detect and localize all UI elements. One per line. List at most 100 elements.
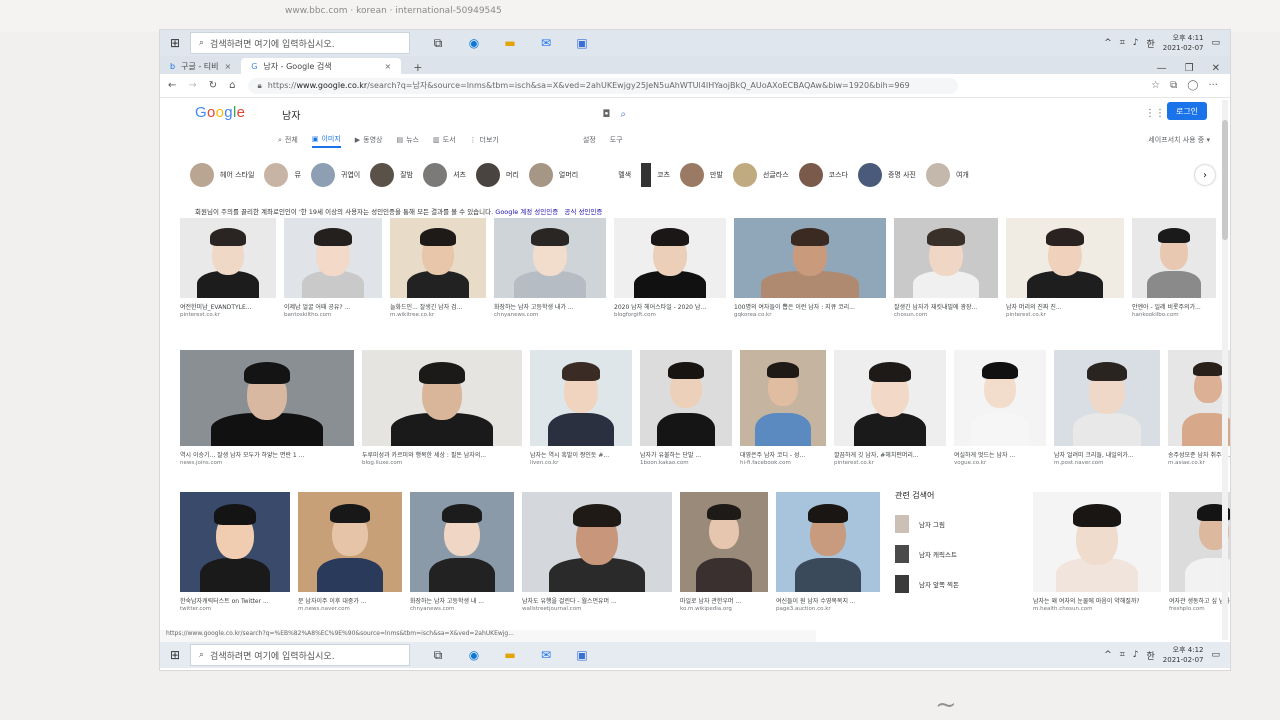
image-result[interactable]: 대영은주 남자 코디 - 성... hi-fi.facebook.com	[740, 350, 826, 472]
tab-books[interactable]: ▥ 도서	[433, 132, 456, 148]
related-item[interactable]: 남자 앞쪽 찍돈	[895, 569, 1025, 599]
store-icon[interactable]: ▣	[572, 648, 592, 663]
settings-link[interactable]: 설정	[583, 132, 596, 148]
image-result[interactable]: 여전한미남_EVANDTYLE... pinterest.co.kr	[180, 218, 276, 324]
image-caption[interactable]: 남자가 유불하는 단발 ...	[640, 450, 732, 459]
store-icon[interactable]: ▣	[572, 36, 592, 51]
tab-more[interactable]: ⋮ 더보기	[470, 132, 499, 148]
windows-start-icon[interactable]: ⊞	[160, 648, 190, 662]
google-search-input[interactable]: 남자 ◘ ⌕	[272, 102, 632, 126]
official-verify-link[interactable]: 공식 성인인증	[564, 208, 602, 216]
chip-item[interactable]: 얼머리	[528, 163, 578, 187]
tray-chevron-icon[interactable]: ^	[1104, 650, 1112, 660]
image-caption[interactable]: 깔끔하게 깃 남자, #헤치펀머리...	[834, 450, 946, 459]
image-result[interactable]: 남자는 역시 흑발이 짱인듯 #... liven.co.kr	[530, 350, 632, 472]
edge-icon[interactable]: ◉	[464, 36, 484, 51]
file-explorer-icon[interactable]: ▬	[500, 36, 520, 51]
minimize-icon[interactable]: —	[1157, 63, 1167, 74]
tray-chevron-icon[interactable]: ^	[1104, 38, 1112, 48]
image-result[interactable]: 여자관 생동하고 싶 남자는 ...freshplo.com	[1169, 492, 1230, 618]
image-caption[interactable]: 문 남자이주 이후 대중가 ...	[298, 596, 402, 605]
image-result[interactable]: 화장하는 남자 고등학생 내 ... chnyanews.com	[410, 492, 514, 618]
url-input[interactable]: 🔒︎ https:// www.google.co.kr /search?q=남…	[247, 77, 958, 94]
chip-item[interactable]: 헤어 스타일	[190, 163, 254, 187]
image-thumbnail[interactable]	[284, 218, 382, 298]
image-thumbnail[interactable]	[1054, 350, 1160, 446]
back-icon[interactable]: ←	[168, 80, 176, 91]
image-result[interactable]: 여실하게 멋드는 남자 ... vogue.co.kr	[954, 350, 1046, 472]
home-icon[interactable]: ⌂	[229, 80, 235, 91]
search-icon[interactable]: ⌕	[620, 109, 626, 120]
chip-item[interactable]: 멜색	[588, 163, 631, 187]
tab-videos[interactable]: ▶ 동영상	[355, 132, 383, 148]
image-result[interactable]: 두루미성과 카르미와 행복한 세상 : 필돈 남자의... blog.iluxe.…	[362, 350, 522, 472]
safesearch-toggle[interactable]: 세이프서치 사용 중 ▾	[1148, 132, 1210, 148]
refresh-icon[interactable]: ↻	[209, 80, 217, 91]
image-result[interactable]: 100명의 여자들이 뽑은 이런 남자 : 지큐 코리... gqkorea.co…	[734, 218, 886, 324]
image-thumbnail[interactable]	[180, 218, 276, 298]
image-thumbnail[interactable]	[390, 218, 486, 298]
volume-icon[interactable]: ♪	[1133, 650, 1139, 660]
image-thumbnail[interactable]	[362, 350, 522, 446]
image-caption[interactable]: 송주성모준 남자 취주지...	[1168, 450, 1230, 459]
image-result[interactable]: 송주성모준 남자 취주지... m.asiae.co.kr	[1168, 350, 1230, 472]
chip-item[interactable]: 증명 사진	[857, 163, 916, 187]
close-icon[interactable]: ×	[385, 62, 392, 71]
image-caption[interactable]: 남자는 역시 흑발이 짱인듯 #...	[530, 450, 632, 459]
maximize-icon[interactable]: ❐	[1185, 63, 1194, 74]
camera-icon[interactable]: ◘	[602, 109, 610, 120]
chip-item[interactable]: 뮤	[264, 163, 301, 187]
close-icon[interactable]: ×	[225, 62, 232, 71]
taskbar-clock[interactable]: 오후 4:11 2021-02-07	[1163, 33, 1204, 53]
image-result[interactable]: 역시 이승기... 잘생 남자 모두가 하얗는 면란 1 ... news.joi…	[180, 350, 354, 472]
image-caption[interactable]: 늘화드인... 잘생긴 남자 검...	[390, 302, 486, 311]
image-caption[interactable]: 2020 남자 헤어스타일 - 2020 남...	[614, 302, 726, 311]
mail-icon[interactable]: ✉	[536, 648, 556, 663]
new-tab-icon[interactable]: +	[407, 61, 428, 74]
image-result[interactable]: 2020 남자 헤어스타일 - 2020 남... blogforgift.com	[614, 218, 726, 324]
ime-indicator[interactable]: 한	[1147, 37, 1155, 50]
mail-icon[interactable]: ✉	[536, 36, 556, 51]
favorite-star-icon[interactable]: ☆	[1151, 80, 1160, 91]
chip-item[interactable]: 잘밤	[370, 163, 413, 187]
tab-images[interactable]: ▣ 이미지	[311, 132, 341, 148]
image-thumbnail[interactable]	[1132, 218, 1216, 298]
ime-indicator[interactable]: 한	[1147, 649, 1155, 662]
image-thumbnail[interactable]	[640, 350, 732, 446]
chip-item[interactable]: 머리	[476, 163, 519, 187]
image-caption[interactable]: 남자 머리의 진짜 진...	[1006, 302, 1124, 311]
related-item[interactable]: 남자 그림	[895, 509, 1025, 539]
image-caption[interactable]: 남자도 유행을 걸린다 - 월스먼유머 ...	[522, 596, 672, 605]
network-icon[interactable]: ⌗	[1120, 38, 1125, 48]
task-view-icon[interactable]: ⧉	[428, 648, 448, 663]
chip-item[interactable]: 셔츠	[423, 163, 466, 187]
image-caption[interactable]: 100명의 여자들이 뽑은 이런 남자 : 지큐 코리...	[734, 302, 886, 311]
chip-item[interactable]: 여개	[925, 163, 969, 187]
chip-item[interactable]: 코츠	[641, 163, 670, 187]
image-thumbnail[interactable]	[180, 350, 354, 446]
image-thumbnail[interactable]	[1033, 492, 1161, 592]
scrollbar-thumb[interactable]	[1222, 120, 1228, 240]
google-logo[interactable]: Google	[195, 104, 245, 121]
image-result[interactable]: 안엔아 - 일레 비롯주의가... hankookilbo.com	[1132, 218, 1216, 324]
notification-icon[interactable]: ▭	[1211, 650, 1220, 660]
profile-icon[interactable]: ◯	[1187, 80, 1198, 91]
image-caption[interactable]: 마일로 남자 관한우머 ...	[680, 596, 768, 605]
windows-start-icon[interactable]: ⊞	[160, 36, 190, 50]
notification-icon[interactable]: ▭	[1211, 38, 1220, 48]
image-caption[interactable]: 잘생긴 남자가 재킷내밀에 광장...	[894, 302, 998, 311]
image-result[interactable]: 늘화드인... 잘생긴 남자 검... m.wikitree.co.kr	[390, 218, 486, 324]
image-thumbnail[interactable]	[180, 492, 290, 592]
collections-icon[interactable]: ⧉	[1170, 80, 1177, 91]
tools-link[interactable]: 도구	[610, 132, 623, 148]
image-result[interactable]: 남자는 왜 여자의 눈물에 마음이 약해질까? m.health.chosun.c…	[1033, 492, 1161, 618]
taskbar-clock[interactable]: 오후 4:12 2021-02-07	[1163, 645, 1204, 665]
image-result[interactable]: 한숙남자캐릭터스트 on Twitter ... twitter.com	[180, 492, 290, 618]
image-thumbnail[interactable]	[530, 350, 632, 446]
image-caption[interactable]: 한숙남자캐릭터스트 on Twitter ...	[180, 596, 290, 605]
task-view-icon[interactable]: ⧉	[428, 36, 448, 51]
image-result[interactable]: 마일로 남자 관한우머 ... ko.m.wikipedia.org	[680, 492, 768, 618]
image-thumbnail[interactable]	[410, 492, 514, 592]
tab-news[interactable]: ▤ 뉴스	[396, 132, 419, 148]
network-icon[interactable]: ⌗	[1120, 650, 1125, 660]
